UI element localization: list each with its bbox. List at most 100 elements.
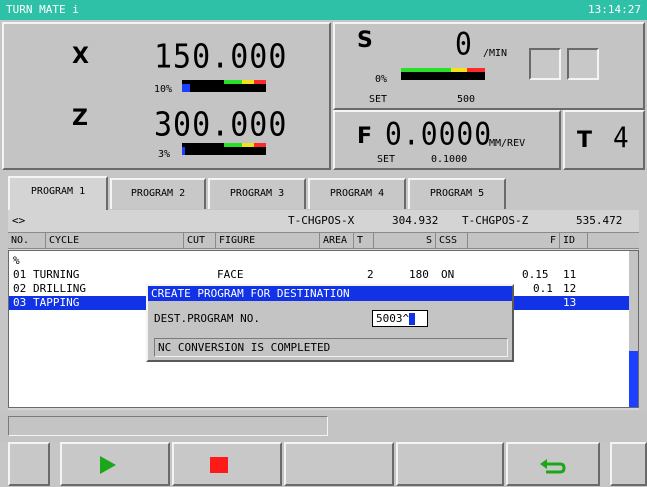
chgpos-x-label: T-CHGPOS-X (288, 214, 355, 227)
play-icon (100, 456, 116, 474)
tab-program-3[interactable]: PROGRAM 3 (208, 178, 306, 209)
softkey-start[interactable] (60, 442, 170, 486)
col-cut: CUT (184, 233, 216, 248)
spindle-load-percent: 0% (375, 74, 388, 85)
row-s: 180 (409, 268, 429, 281)
row-no: 01 (13, 268, 27, 281)
app-title: TURN MATE i (6, 3, 79, 16)
col-t: T (354, 233, 374, 248)
row-figure: FACE (217, 268, 244, 281)
start-marker: % (13, 254, 20, 267)
spindle-indicator-2 (567, 48, 599, 80)
z-load-percent: 3% (158, 149, 171, 160)
x-load-fill (182, 84, 191, 92)
col-f: F (468, 233, 560, 248)
x-load-bar (182, 80, 266, 92)
row-t: 2 (367, 268, 374, 281)
spindle-indicator-1 (529, 48, 561, 80)
softkey-return[interactable] (506, 442, 600, 486)
table-header: NO. CYCLE CUT FIGURE AREA T S CSS F ID (8, 232, 639, 249)
scrollbar-thumb[interactable] (629, 351, 638, 407)
dialog-status: NC CONVERSION IS COMPLETED (154, 338, 508, 357)
col-figure: FIGURE (216, 233, 320, 248)
chgpos-z-label: T-CHGPOS-Z (462, 214, 529, 227)
row-id: 13 (563, 296, 577, 309)
row-no: 02 (13, 282, 27, 295)
feed-unit: MM/REV (489, 138, 526, 149)
x-load-percent: 10% (154, 84, 173, 95)
col-cycle: CYCLE (46, 233, 184, 248)
row-id: 12 (563, 282, 577, 295)
row-css: ON (441, 268, 455, 281)
row-f: 0.15 (522, 268, 549, 281)
col-css: CSS (436, 233, 468, 248)
load-yellow-zone (242, 143, 254, 147)
text-cursor (409, 313, 416, 325)
create-program-dialog: CREATE PROGRAM FOR DESTINATION DEST.PROG… (146, 284, 514, 362)
clock: 13:14:27 (588, 3, 641, 16)
program-tabs: PROGRAM 1 PROGRAM 2 PROGRAM 3 PROGRAM 4 … (0, 176, 647, 210)
chgpos-z-value: 535.472 (576, 214, 623, 227)
tab-program-5[interactable]: PROGRAM 5 (408, 178, 506, 209)
softkey-blank-5[interactable] (396, 442, 504, 486)
message-field (8, 416, 328, 436)
message-area (0, 412, 647, 442)
load-red-zone (254, 143, 266, 147)
x-axis-label: X (72, 44, 89, 69)
list-scrollbar[interactable] (629, 251, 638, 407)
z-axis-label: Z (72, 106, 88, 131)
feed-value: 0.0000 (385, 116, 493, 153)
load-yellow-zone (451, 68, 467, 72)
col-id: ID (560, 233, 588, 248)
z-load-bar (182, 143, 266, 155)
load-red-zone (467, 68, 485, 72)
change-position-bar: <> T-CHGPOS-X 304.932 T-CHGPOS-Z 535.472 (8, 212, 639, 228)
spindle-unit: /MIN (483, 48, 508, 59)
spindle-set-label: SET (369, 94, 388, 105)
dest-program-value: 5003^ (376, 312, 410, 325)
col-no: NO. (8, 233, 46, 248)
x-position-value: 150.000 (154, 38, 288, 77)
tool-panel: T 4 (563, 110, 645, 170)
z-position-value: 300.000 (154, 106, 288, 145)
title-bar: TURN MATE i 13:14:27 (0, 0, 647, 20)
tab-program-4[interactable]: PROGRAM 4 (308, 178, 406, 209)
load-red-zone (254, 80, 266, 84)
chgpos-x-value: 304.932 (392, 214, 439, 227)
dest-program-input[interactable]: 5003^ (372, 310, 428, 327)
spindle-set-value: 500 (457, 94, 476, 105)
softkey-blank-right[interactable] (610, 442, 647, 486)
program-bracket: <> (12, 214, 26, 227)
row-id: 11 (563, 268, 577, 281)
return-icon (540, 459, 566, 474)
row-cycle: DRILLING (33, 282, 86, 295)
tool-number: 4 (613, 122, 630, 155)
softkey-stop[interactable] (172, 442, 282, 486)
dialog-title: CREATE PROGRAM FOR DESTINATION (148, 286, 512, 301)
row-cycle: TURNING (33, 268, 80, 281)
tab-program-1[interactable]: PROGRAM 1 (8, 176, 108, 210)
load-green-zone (224, 143, 242, 147)
feed-set-label: SET (377, 154, 396, 165)
col-s: S (374, 233, 436, 248)
load-green-zone (224, 80, 242, 84)
feed-label: F (357, 124, 373, 149)
tab-program-2[interactable]: PROGRAM 2 (110, 178, 206, 209)
softkey-blank-4[interactable] (284, 442, 394, 486)
table-row[interactable]: 01 TURNING FACE 2 180 ON 0.15 11 (9, 268, 629, 282)
z-load-fill (182, 147, 185, 155)
tool-label: T (577, 128, 593, 153)
row-f: 0.1 (533, 282, 553, 295)
feed-panel: F 0.0000 MM/REV SET 0.1000 (333, 110, 561, 170)
spindle-speed-value: 0 (455, 26, 473, 63)
load-green-zone (401, 68, 451, 72)
spindle-panel: S 0 /MIN 0% SET 500 (333, 22, 645, 110)
row-cycle: TAPPING (33, 296, 80, 309)
dest-program-label: DEST.PROGRAM NO. (154, 312, 260, 325)
start-marker-row: % (9, 254, 629, 268)
load-yellow-zone (242, 80, 254, 84)
position-panel: X 150.000 10% Z 300.000 3% (2, 22, 331, 170)
softkey-blank-left[interactable] (8, 442, 50, 486)
col-area: AREA (320, 233, 354, 248)
feed-set-value: 0.1000 (431, 154, 468, 165)
